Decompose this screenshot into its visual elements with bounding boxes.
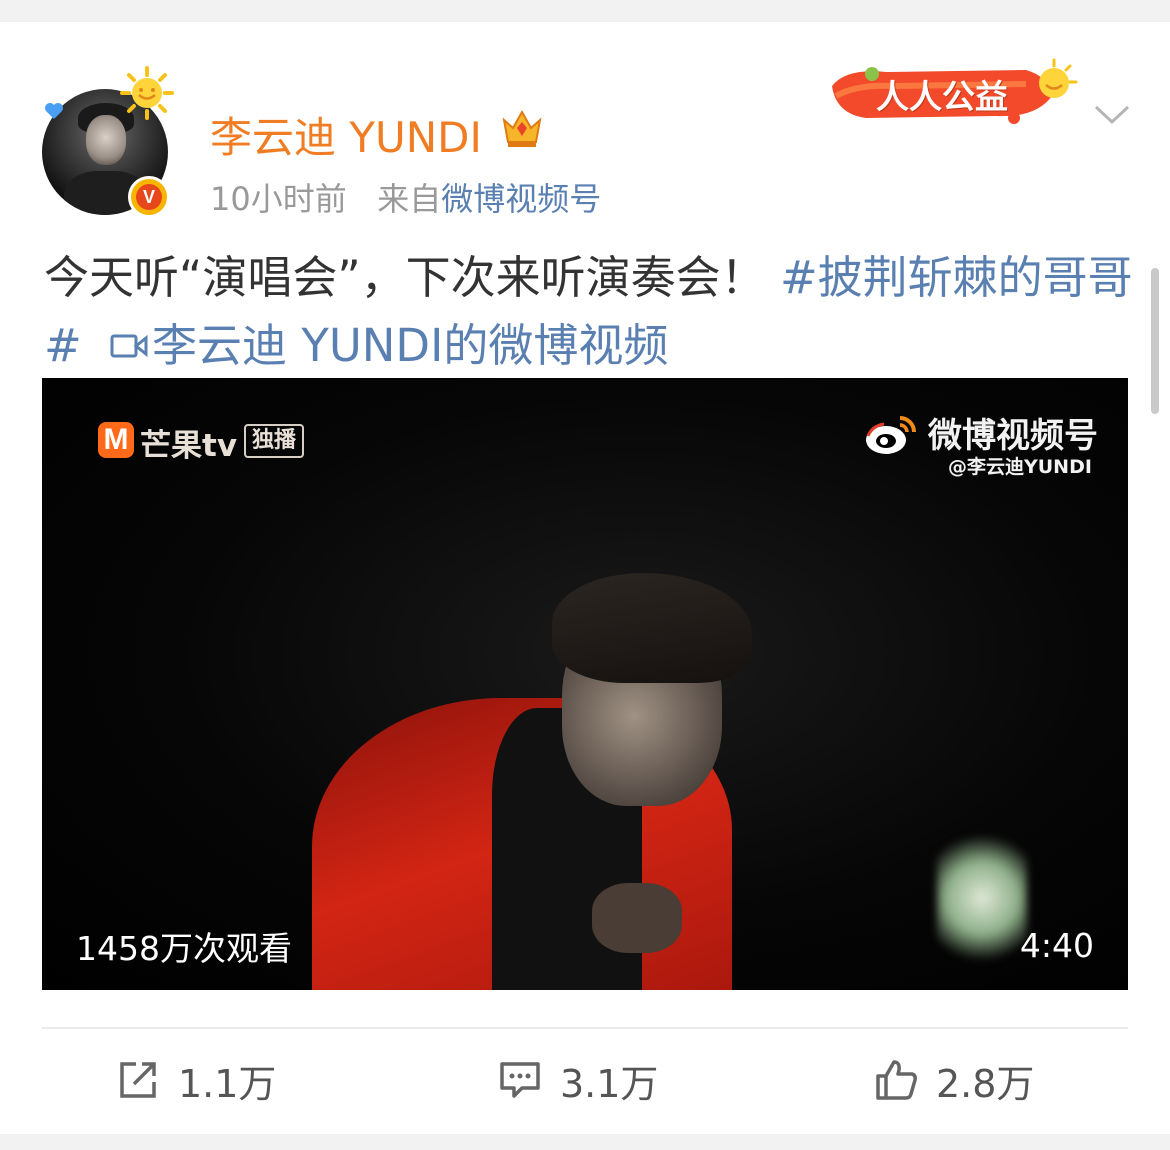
video-camera-icon [110,334,148,358]
repost-count: 1.1万 [178,1061,277,1106]
like-count: 2.8万 [936,1061,1035,1106]
chevron-down-icon[interactable] [1094,104,1130,126]
sun-icon [120,66,174,120]
repost-icon [120,1062,156,1098]
source-link[interactable]: 微博视频号 [441,180,601,218]
comment-count: 3.1万 [560,1061,659,1106]
mango-logo-icon: M [98,422,134,458]
source-prefix: 来自 [377,180,442,218]
divider [42,1027,1128,1029]
heart-icon [45,103,63,119]
vip-crown-icon[interactable] [499,106,545,150]
post-time: 10小时前 [210,180,347,218]
exclusive-badge: 独播 [244,424,305,458]
mango-tv-watermark: M 芒果tv 独播 [98,420,308,464]
scrollbar[interactable] [1151,268,1159,414]
like-button[interactable]: 2.8万 [874,1050,1034,1110]
video-link[interactable]: 李云迪 YUNDI的微博视频 [152,319,668,372]
weibo-watermark-title: 微博视频号 [928,416,1098,456]
promo-text: 人人公益 [876,77,1008,116]
verified-badge-icon: V [128,176,170,218]
weibo-video-watermark: 微博视频号 @李云迪YUNDI [864,406,1104,478]
thumbs-up-icon [876,1060,917,1100]
bottom-separator [0,1134,1170,1150]
mango-watermark-text: 芒果tv [140,428,238,464]
top-separator [0,0,1170,22]
repost-button[interactable]: 1.1万 [116,1050,276,1110]
video-duration: 4:40 [1019,926,1094,965]
video-player[interactable]: M 芒果tv 独播 微博视频号 @李云迪YUNDI 1458万次观看 4:40 [42,378,1128,990]
comment-button[interactable]: 3.1万 [498,1050,658,1110]
charity-promo-badge[interactable]: 人人公益 [826,56,1082,130]
comment-icon [500,1062,540,1098]
weibo-watermark-handle: @李云迪YUNDI [948,456,1092,478]
post-text: 今天听“演唱会”，下次来听演奏会！ #披荆斩棘的哥哥# 李云迪 YUNDI的微博… [44,244,1134,380]
weibo-logo-icon [866,416,916,454]
post-meta: 10小时前 来自微博视频号 [210,174,601,220]
post-body: 今天听“演唱会”，下次来听演奏会！ [44,251,766,304]
username[interactable]: 李云迪 YUNDI [210,104,482,165]
view-count: 1458万次观看 [76,929,292,968]
